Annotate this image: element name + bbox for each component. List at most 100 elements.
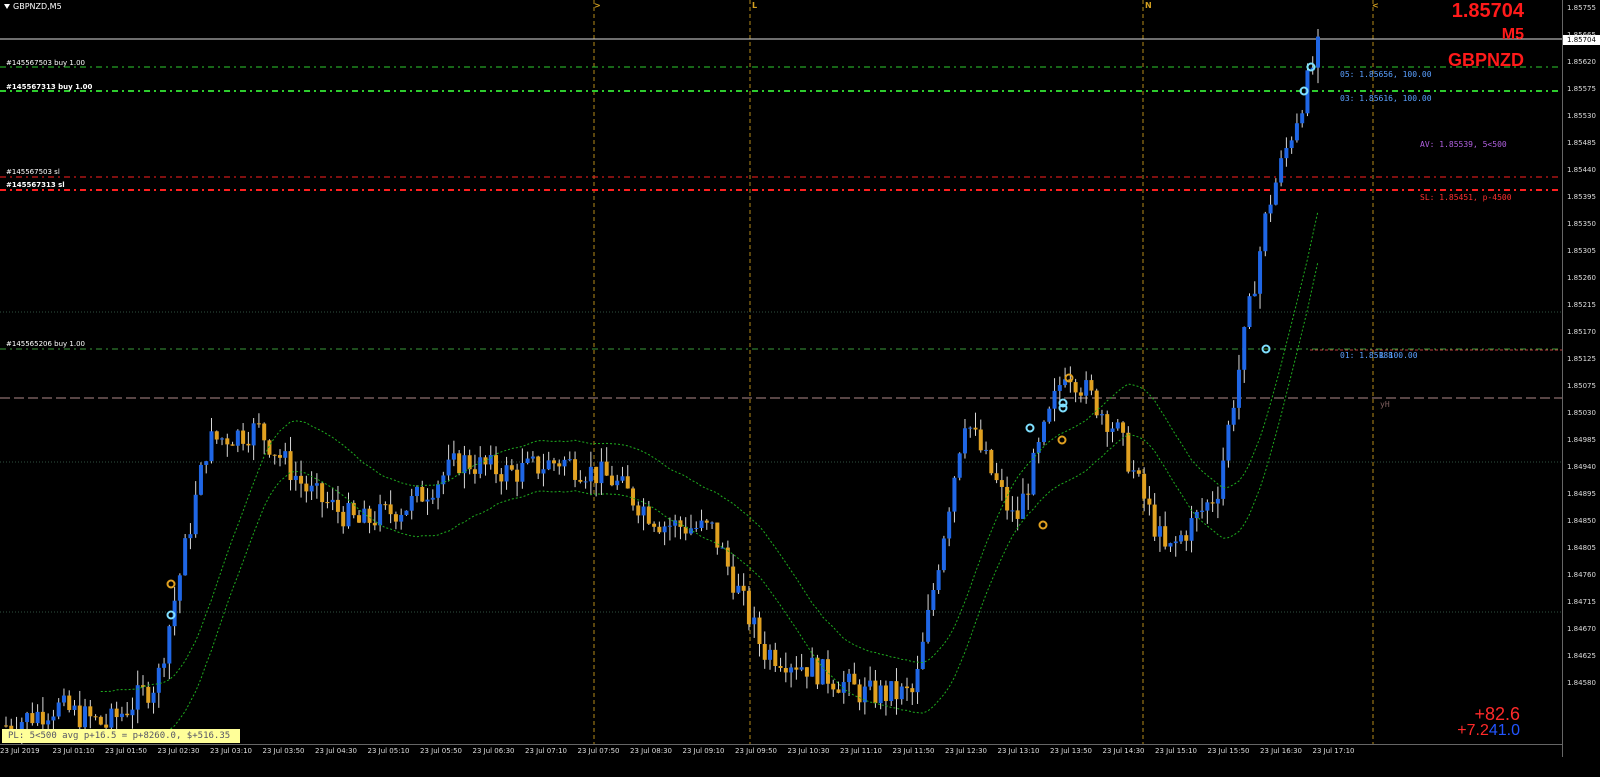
price-scale[interactable]: 1.85704 1.85755 1.85665 1.85620 1.85575 1.85… bbox=[1562, 0, 1600, 757]
price-tick-label: 1.84760 bbox=[1567, 571, 1596, 579]
candle-body bbox=[383, 504, 388, 506]
candle-body bbox=[868, 680, 873, 687]
time-tick-label: 23 Jul 02:30 bbox=[157, 747, 200, 755]
candle-body bbox=[225, 438, 230, 445]
candle-body bbox=[40, 711, 45, 725]
right-label-o1-size: R 100.00 bbox=[1379, 351, 1418, 360]
candle-body bbox=[667, 525, 672, 527]
candle-body bbox=[783, 667, 788, 673]
right-label-o3: 03: 1.85616, 100.00 bbox=[1340, 94, 1432, 103]
time-tick-label: 23 Jul 05:10 bbox=[367, 747, 410, 755]
price-tick-label: 1.85485 bbox=[1567, 139, 1596, 147]
candle-body bbox=[941, 538, 946, 571]
candle-body bbox=[246, 443, 251, 446]
candle-body bbox=[1252, 293, 1257, 297]
price-tick-label: 1.85170 bbox=[1567, 328, 1596, 336]
candle-body bbox=[314, 483, 319, 486]
order-label-1[interactable]: #145565206 buy 1.00 bbox=[6, 340, 85, 348]
candle-body bbox=[351, 502, 356, 516]
candle-body bbox=[299, 475, 304, 484]
candle-body bbox=[346, 502, 351, 527]
candle-body bbox=[451, 453, 456, 460]
time-tick-label: 23 Jul 09:10 bbox=[682, 747, 725, 755]
symbol-overlay: GBPNZD bbox=[1448, 50, 1524, 70]
candle-body bbox=[646, 506, 651, 524]
candle-body bbox=[936, 570, 941, 591]
candle-body bbox=[1210, 502, 1215, 504]
candle-body bbox=[588, 466, 593, 482]
candle-body bbox=[193, 494, 198, 535]
candle-body bbox=[557, 463, 562, 467]
candle-body bbox=[330, 499, 335, 503]
candle-body bbox=[594, 466, 599, 484]
chart-area[interactable]: GBPNZD,M5 1.85704 M5 GBPNZD #145567503 b… bbox=[0, 0, 1562, 758]
candle-body bbox=[262, 423, 267, 441]
candle-body bbox=[1126, 432, 1131, 472]
candle-body bbox=[1231, 407, 1236, 425]
price-tick-label: 1.85620 bbox=[1567, 58, 1596, 66]
candle-body bbox=[999, 480, 1004, 487]
entry-marker bbox=[166, 579, 176, 589]
candle-body bbox=[515, 469, 520, 482]
candle-body bbox=[1036, 442, 1041, 453]
order-sl-label-5[interactable]: #145567503 sl bbox=[6, 168, 60, 176]
price-tick-label: 1.84940 bbox=[1567, 463, 1596, 471]
candle-body bbox=[414, 486, 419, 497]
current-price-overlay: 1.85704 bbox=[1451, 0, 1524, 22]
candle-body bbox=[1047, 408, 1052, 422]
candle-body bbox=[430, 497, 435, 500]
candle-body bbox=[504, 465, 509, 482]
candle-body bbox=[425, 499, 430, 502]
candle-body bbox=[883, 685, 888, 702]
price-chart[interactable] bbox=[0, 0, 1562, 744]
pnl-money: +7.241.0 bbox=[1457, 722, 1520, 740]
price-tick-label: 1.84670 bbox=[1567, 625, 1596, 633]
candle-body bbox=[98, 716, 103, 725]
candle-body bbox=[235, 430, 240, 446]
price-tick-label: 1.85350 bbox=[1567, 220, 1596, 228]
candle-body bbox=[1226, 424, 1231, 461]
order-label-5[interactable]: #145567503 buy 1.00 bbox=[6, 59, 85, 67]
candle-body bbox=[304, 483, 309, 492]
dropdown-triangle-icon[interactable] bbox=[4, 4, 10, 9]
candle-body bbox=[393, 514, 398, 522]
candle-body bbox=[573, 459, 578, 480]
candle-body bbox=[1110, 428, 1115, 432]
candle-body bbox=[736, 585, 741, 593]
time-tick-label: 23 Jul 09:50 bbox=[735, 747, 777, 755]
candle-body bbox=[984, 449, 989, 451]
order-sl-label-3[interactable]: #145567313 sl bbox=[6, 181, 65, 189]
candle-body bbox=[773, 649, 778, 666]
time-tick-label: 23 Jul 15:10 bbox=[1155, 747, 1197, 755]
candle-body bbox=[746, 590, 751, 625]
candle-body bbox=[109, 708, 114, 728]
candle-body bbox=[1289, 140, 1294, 149]
candle-body bbox=[831, 683, 836, 690]
candle-body bbox=[752, 617, 757, 625]
candle-body bbox=[56, 702, 61, 717]
candle-body bbox=[198, 464, 203, 495]
candle-body bbox=[1294, 123, 1299, 141]
candle-body bbox=[699, 520, 704, 528]
time-scale[interactable]: 23 Jul 2019 23 Jul 01:10 23 Jul 01:50 23 Ju… bbox=[0, 744, 1562, 758]
price-tick-label: 1.85075 bbox=[1567, 382, 1596, 390]
candle-body bbox=[615, 480, 620, 486]
time-tick-label: 23 Jul 2019 bbox=[0, 747, 40, 755]
candle-body bbox=[1078, 392, 1083, 396]
time-tick-label: 23 Jul 17:10 bbox=[1312, 747, 1355, 755]
candle-body bbox=[4, 725, 8, 727]
candle-body bbox=[1300, 113, 1305, 124]
candle-body bbox=[952, 477, 957, 512]
order-label-3[interactable]: #145567313 buy 1.00 bbox=[6, 83, 92, 91]
candle-body bbox=[404, 510, 409, 515]
price-tick-label: 1.84985 bbox=[1567, 436, 1596, 444]
candle-body bbox=[488, 455, 493, 465]
candle-body bbox=[1084, 380, 1089, 396]
candle-body bbox=[926, 609, 931, 642]
candle-body bbox=[604, 461, 609, 476]
candle-body bbox=[1105, 414, 1110, 432]
candle-body bbox=[220, 438, 225, 440]
candle-body bbox=[583, 481, 588, 483]
candle-body bbox=[1189, 518, 1194, 541]
candle-body bbox=[119, 713, 124, 718]
